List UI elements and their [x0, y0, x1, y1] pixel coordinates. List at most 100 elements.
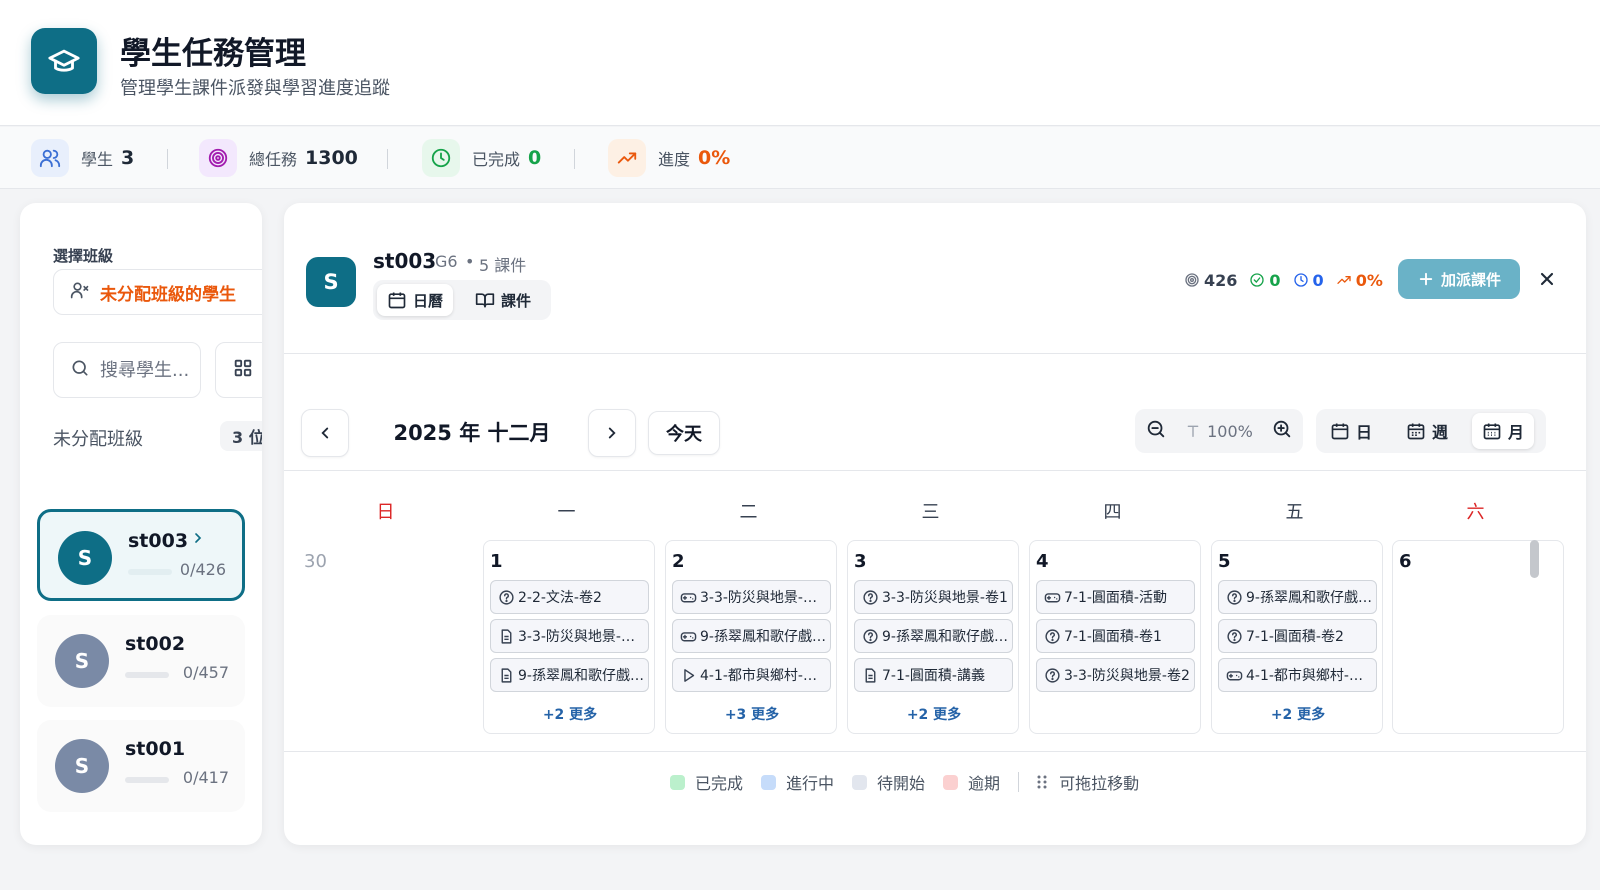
assign-course-button[interactable]: 加派課件	[1398, 259, 1520, 299]
weekday-sat: 六	[1466, 502, 1485, 523]
day-number: 2	[672, 551, 685, 572]
day-cell[interactable]: 2 3-3-防災與地景-活動 9-孫翠鳳和歌仔戲-活動 4-1-都市與鄉村-影片…	[665, 540, 837, 734]
legend-label: 已完成	[695, 774, 744, 793]
day-cell[interactable]: 3 3-3-防災與地景-卷1 9-孫翠鳳和歌仔戲-卷1 7-1-圓面積-講義 +…	[847, 540, 1019, 734]
mini-stat-completed: 0	[1249, 270, 1281, 290]
more-tasks-link[interactable]: +2 更多	[1212, 704, 1382, 724]
stat-progress: 進度 0%	[608, 139, 730, 177]
book-open-icon	[475, 293, 495, 308]
student-detail-panel: S st003 G6 • 5 課件 日曆 課件 426 0 0 0% 加派課件 …	[284, 203, 1586, 845]
task-chip[interactable]: 9-孫翠鳳和歌仔戲-活動	[672, 619, 831, 653]
app-title: 學生任務管理	[120, 36, 306, 72]
task-chip[interactable]: 9-孫翠鳳和歌仔戲-卷1	[854, 619, 1013, 653]
tab-label: 日曆	[413, 291, 444, 310]
question-icon	[1045, 667, 1060, 683]
weekday-wed: 三	[921, 502, 940, 523]
task-chip[interactable]: 3-3-防災與地景-活動	[672, 580, 831, 614]
day-number: 1	[490, 551, 503, 572]
task-chip[interactable]: 4-1-都市與鄉村-活動	[1218, 658, 1377, 692]
student-card-st003[interactable]: S st003 0/426	[37, 509, 245, 601]
task-title: 2-2-文法-卷2	[518, 590, 602, 606]
class-select[interactable]: 未分配班級的學生	[53, 269, 262, 315]
close-button[interactable]	[1534, 266, 1560, 292]
day-number: 5	[1218, 551, 1231, 572]
more-tasks-link[interactable]: +3 更多	[666, 704, 836, 724]
task-title: 9-孫翠鳳和歌仔戲-活動	[700, 629, 830, 645]
separator-dot: •	[465, 252, 475, 271]
chevron-left-icon	[321, 427, 329, 439]
button-label: 加派課件	[1440, 270, 1501, 289]
task-chip[interactable]: 3-3-防災與地景-卷1	[854, 580, 1013, 614]
mini-stat-value: 426	[1204, 270, 1238, 290]
user-x-icon	[70, 280, 90, 304]
users-icon	[31, 139, 69, 177]
zoom-in-button[interactable]	[1271, 418, 1293, 444]
student-card-st002[interactable]: S st002 0/457	[37, 615, 245, 707]
task-chip[interactable]: 7-1-圓面積-卷2	[1218, 619, 1377, 653]
student-progress: 0/417	[182, 768, 229, 787]
student-card-st001[interactable]: S st001 0/417	[37, 720, 245, 812]
legend-swatch	[852, 774, 868, 790]
task-chip[interactable]: 7-1-圓面積-卷1	[1036, 619, 1195, 653]
tab-courses[interactable]: 課件	[465, 284, 541, 316]
plus-icon	[1419, 272, 1433, 286]
progress-bar	[125, 672, 169, 678]
stat-students: 學生 3	[31, 139, 134, 177]
task-chip[interactable]: 3-3-防災與地景-講義	[490, 619, 649, 653]
task-chip[interactable]: 2-2-文法-卷2	[490, 580, 649, 614]
gamepad-icon	[680, 592, 697, 602]
student-progress: 0/457	[182, 663, 229, 682]
day-cell[interactable]: 30	[297, 540, 469, 734]
stat-label: 已完成	[472, 150, 521, 169]
day-number: 30	[304, 551, 327, 572]
mini-stat-value: 0	[1269, 270, 1281, 290]
view-week-button[interactable]: 週	[1396, 413, 1458, 449]
avatar: S	[58, 531, 112, 585]
task-chip[interactable]: 7-1-圓面積-活動	[1036, 580, 1195, 614]
play-icon	[684, 668, 695, 682]
student-grade: G6	[435, 252, 458, 271]
day-cell[interactable]: 5 9-孫翠鳳和歌仔戲-卷2 7-1-圓面積-卷2 4-1-都市與鄉村-活動 +…	[1211, 540, 1383, 734]
divider	[1018, 772, 1020, 792]
progress-bar	[125, 777, 169, 783]
zoom-control: 100%	[1135, 409, 1303, 453]
next-month-button[interactable]	[588, 409, 636, 457]
task-chip[interactable]: 3-3-防災與地景-卷2	[1036, 658, 1195, 692]
weekday-tue: 二	[739, 502, 758, 523]
question-icon	[1227, 628, 1242, 644]
day-cell[interactable]: 1 2-2-文法-卷2 3-3-防災與地景-講義 9-孫翠鳳和歌仔戲-講義 +2…	[483, 540, 655, 734]
view-tabs: 日曆 課件	[373, 280, 551, 320]
zoom-level: 100%	[1185, 422, 1253, 441]
document-icon	[865, 667, 876, 683]
range-selector: 日 週 月	[1316, 409, 1546, 453]
day-number: 4	[1036, 551, 1049, 572]
zoom-out-button[interactable]	[1145, 418, 1167, 444]
view-month-button[interactable]: 月	[1472, 413, 1535, 449]
task-chip[interactable]: 9-孫翠鳳和歌仔戲-講義	[490, 658, 649, 692]
student-name: st001	[125, 738, 186, 760]
task-chip[interactable]: 9-孫翠鳳和歌仔戲-卷2	[1218, 580, 1377, 614]
calendar-scrollbar[interactable]	[1530, 540, 1539, 578]
search-box[interactable]	[53, 342, 201, 398]
prev-month-button[interactable]	[301, 409, 349, 457]
group-name: 未分配班級	[53, 429, 143, 450]
task-chip[interactable]: 4-1-都市與鄉村-影片	[672, 658, 831, 692]
stat-value: 1300	[305, 147, 358, 169]
task-chip[interactable]: 7-1-圓面積-講義	[854, 658, 1013, 692]
today-button[interactable]: 今天	[648, 411, 720, 455]
more-tasks-link[interactable]: +2 更多	[848, 704, 1018, 724]
app-header: 學生任務管理 管理學生課件派發與學習進度追蹤	[0, 0, 1600, 126]
grid-view-button[interactable]	[215, 342, 262, 398]
student-name: st003	[373, 249, 437, 273]
more-tasks-link[interactable]: +2 更多	[484, 704, 654, 724]
day-cell[interactable]: 4 7-1-圓面積-活動 7-1-圓面積-卷1 3-3-防災與地景-卷2	[1029, 540, 1201, 734]
task-title: 7-1-圓面積-講義	[882, 668, 985, 684]
search-input[interactable]	[100, 359, 190, 381]
tab-calendar[interactable]: 日曆	[377, 284, 454, 316]
student-progress: 0/426	[179, 560, 226, 579]
document-icon	[501, 628, 512, 644]
question-icon	[499, 589, 514, 605]
weekday-thu: 四	[1103, 502, 1122, 523]
view-day-button[interactable]: 日	[1320, 413, 1382, 449]
legend-swatch	[761, 774, 777, 790]
